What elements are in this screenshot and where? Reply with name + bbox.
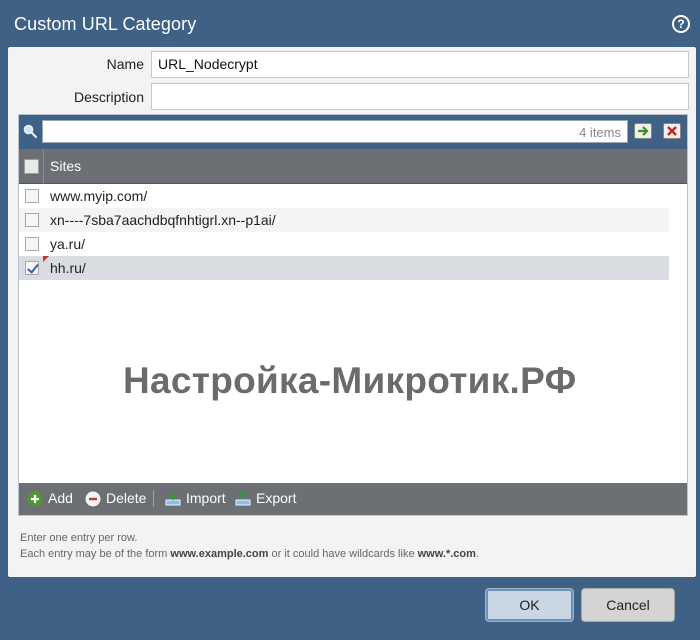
select-all-checkbox[interactable] bbox=[24, 159, 39, 174]
question-circle-icon[interactable]: ? bbox=[672, 15, 690, 33]
dialog-title: Custom URL Category bbox=[14, 14, 197, 34]
delete-label: Delete bbox=[106, 490, 147, 506]
x-icon bbox=[667, 126, 677, 136]
cancel-button[interactable]: Cancel bbox=[581, 588, 675, 622]
items-count: 4 items bbox=[579, 125, 621, 140]
dialog-body: Name URL_Nodecrypt Description 4 items S… bbox=[8, 47, 696, 577]
custom-url-category-dialog: Custom URL Category ? Name URL_Nodecrypt… bbox=[0, 0, 700, 640]
hint-line-2: Each entry may be of the form www.exampl… bbox=[20, 548, 479, 560]
table-row[interactable]: hh.ru/ bbox=[19, 256, 669, 280]
hint-wildcard: www.*.com bbox=[417, 548, 476, 560]
name-field[interactable]: URL_Nodecrypt bbox=[151, 51, 689, 78]
plus-circle-icon bbox=[27, 491, 43, 507]
hint-suffix: . bbox=[475, 548, 479, 560]
apply-filter-button[interactable] bbox=[634, 123, 652, 139]
filter-input[interactable]: 4 items bbox=[42, 120, 628, 143]
export-icon bbox=[235, 491, 251, 506]
clear-filter-button[interactable] bbox=[663, 123, 681, 139]
row-checkbox[interactable] bbox=[25, 261, 39, 275]
grid-toolbar: Add Delete Import Export bbox=[19, 483, 687, 515]
dialog-titlebar: Custom URL Category ? bbox=[0, 0, 700, 48]
watermark-text: Настройка-Микротик.РФ bbox=[123, 360, 577, 401]
arrow-right-icon bbox=[638, 126, 649, 136]
site-entry: www.myip.com/ bbox=[50, 188, 148, 204]
name-label: Name bbox=[106, 56, 144, 72]
site-entry: hh.ru/ bbox=[50, 260, 86, 276]
ok-button[interactable]: OK bbox=[485, 588, 574, 622]
import-icon bbox=[165, 492, 181, 506]
hint-prefix: Each entry may be of the form bbox=[20, 548, 171, 560]
sites-list: www.myip.com/ xn----7sba7aachdbqfnhtigrl… bbox=[19, 184, 687, 280]
search-icon bbox=[23, 124, 37, 138]
hint-middle: or it could have wildcards like bbox=[268, 548, 418, 560]
table-row[interactable]: xn----7sba7aachdbqfnhtigrl.xn--p1ai/ bbox=[19, 208, 669, 232]
import-label: Import bbox=[186, 490, 226, 506]
row-checkbox[interactable] bbox=[25, 213, 39, 227]
description-field[interactable] bbox=[151, 83, 689, 110]
minus-circle-icon bbox=[85, 491, 101, 507]
sites-column-label[interactable]: Sites bbox=[50, 158, 81, 174]
row-checkbox[interactable] bbox=[25, 189, 39, 203]
site-entry: ya.ru/ bbox=[50, 236, 86, 252]
add-label: Add bbox=[48, 490, 73, 506]
description-label: Description bbox=[73, 89, 144, 105]
toolbar-separator bbox=[153, 490, 154, 507]
sites-grid: 4 items Sites www.myip.com/ xn----7sba7a… bbox=[18, 114, 688, 516]
filter-bar: 4 items bbox=[19, 115, 687, 149]
hint-line-1: Enter one entry per row. bbox=[20, 532, 138, 544]
modified-marker-icon bbox=[43, 256, 49, 262]
table-row[interactable]: www.myip.com/ bbox=[19, 184, 669, 208]
hint-example: www.example.com bbox=[170, 548, 269, 560]
export-label: Export bbox=[256, 490, 297, 506]
site-entry: xn----7sba7aachdbqfnhtigrl.xn--p1ai/ bbox=[50, 212, 276, 228]
table-row[interactable]: ya.ru/ bbox=[19, 232, 669, 256]
sites-column-header: Sites bbox=[19, 149, 687, 184]
header-separator bbox=[43, 149, 44, 184]
row-checkbox[interactable] bbox=[25, 237, 39, 251]
